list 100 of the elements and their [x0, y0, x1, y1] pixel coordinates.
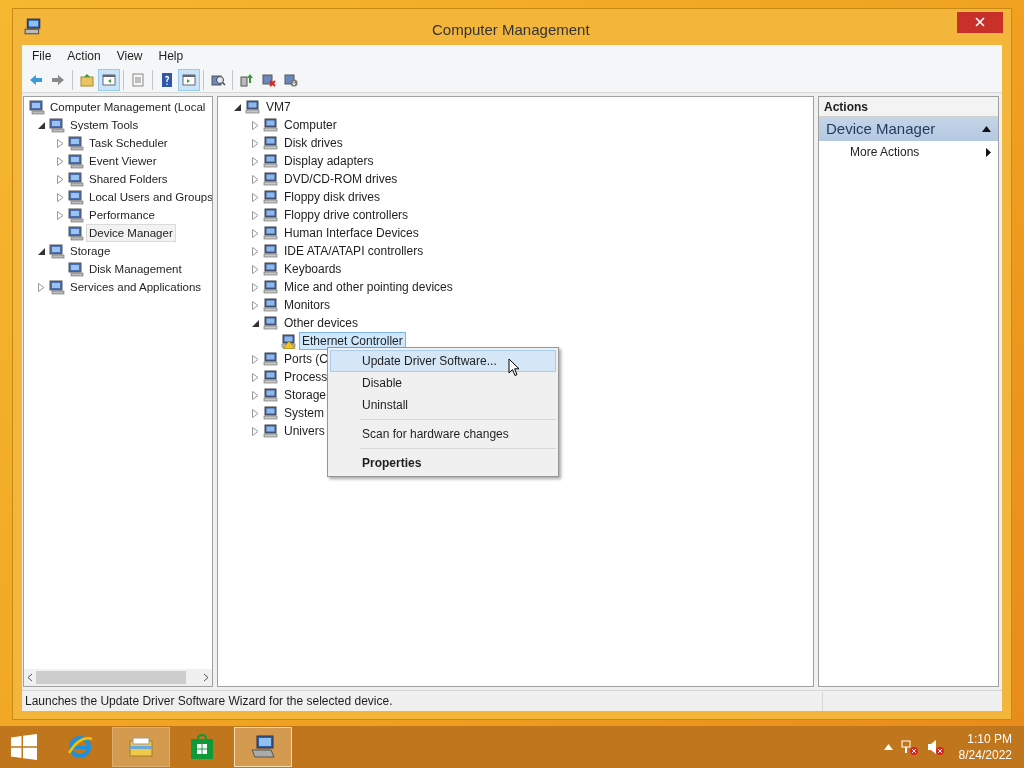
toolbar-button[interactable]	[98, 68, 120, 91]
clock-date: 8/24/2022	[958, 747, 1012, 763]
speaker-muted-icon[interactable]	[926, 738, 945, 756]
snap-in-icon	[68, 153, 84, 169]
menu-item[interactable]: Action	[60, 47, 108, 65]
device-icon	[263, 207, 279, 223]
device-icon	[263, 297, 279, 313]
scroll-thumb[interactable]	[36, 671, 186, 684]
tree-item[interactable]: System Tools	[67, 116, 142, 134]
browser-icon	[66, 733, 94, 761]
expanded-arrow-icon[interactable]	[38, 247, 45, 255]
action-pane-icon	[181, 71, 197, 88]
help-icon	[159, 71, 175, 88]
tree-item[interactable]: Performance	[86, 206, 158, 224]
device-icon	[263, 171, 279, 187]
window-title: Computer Management	[432, 20, 590, 40]
tree-item[interactable]: Process	[281, 368, 331, 386]
expanded-arrow-icon[interactable]	[252, 319, 259, 327]
snap-in-icon	[29, 99, 45, 115]
submenu-arrow-icon	[986, 147, 991, 157]
remove-icon	[261, 71, 277, 88]
tree-item[interactable]: VM7	[263, 98, 294, 116]
close-button[interactable]	[957, 11, 1003, 33]
tree-pane-icon	[101, 71, 117, 88]
action-link[interactable]: More Actions	[819, 141, 998, 163]
download-icon	[283, 71, 299, 88]
device-icon	[263, 243, 279, 259]
tree-item[interactable]: Human Interface Devices	[281, 224, 422, 242]
tree-item[interactable]: Task Scheduler	[86, 134, 171, 152]
snap-in-icon	[68, 261, 84, 277]
expanded-arrow-icon[interactable]	[234, 103, 241, 111]
tree-item[interactable]: System	[281, 404, 327, 422]
expanded-arrow-icon[interactable]	[38, 121, 45, 129]
device-icon	[263, 315, 279, 331]
device-icon	[263, 117, 279, 133]
device-icon	[263, 279, 279, 295]
status-text: Launches the Update Driver Software Wizard for the selected device.	[24, 693, 394, 710]
tree-item[interactable]: DVD/CD-ROM drives	[281, 170, 401, 188]
scroll-right-icon[interactable]	[203, 673, 209, 682]
device-icon	[263, 153, 279, 169]
menu-option[interactable]: Update Driver Software...	[330, 350, 556, 372]
snap-in-icon	[68, 225, 84, 241]
menu-item[interactable]: File	[25, 47, 59, 65]
device-icon	[245, 99, 261, 115]
show-hidden-icons-icon[interactable]	[883, 744, 893, 750]
actions-header: Actions	[819, 97, 998, 117]
network-error-icon[interactable]	[900, 738, 919, 756]
device-icon	[263, 351, 279, 367]
tree-item[interactable]: Floppy disk drives	[281, 188, 384, 206]
device-icon	[263, 225, 279, 241]
tree-item[interactable]: Ports (C	[281, 350, 331, 368]
app-icon	[24, 18, 42, 36]
device-icon	[263, 423, 279, 439]
snap-in-icon	[49, 279, 65, 295]
tree-item[interactable]: Shared Folders	[86, 170, 171, 188]
device-icon	[263, 261, 279, 277]
device-icon	[263, 189, 279, 205]
tree-item[interactable]: Floppy drive controllers	[281, 206, 412, 224]
tree-item[interactable]: Computer Management (Local	[47, 98, 209, 116]
tree-item[interactable]: Monitors	[281, 296, 333, 314]
list-icon	[130, 71, 146, 88]
tree-item[interactable]: Local Users and Groups	[86, 188, 212, 206]
tree-item[interactable]: Univers	[281, 422, 328, 440]
snap-in-icon	[49, 243, 65, 259]
close-icon	[975, 17, 985, 27]
tree-item[interactable]: Other devices	[281, 314, 362, 332]
snap-in-icon	[68, 135, 84, 151]
tree-item[interactable]: Services and Applications	[67, 278, 205, 296]
snap-in-icon	[68, 207, 84, 223]
clock-time: 1:10 PM	[967, 731, 1012, 747]
collapsed-arrow-icon[interactable]	[38, 282, 45, 292]
tree-item[interactable]: Storage	[67, 242, 114, 260]
clock[interactable]: 1:10 PM 8/24/2022	[958, 731, 1012, 763]
tree-item[interactable]: Display adapters	[281, 152, 377, 170]
tree-item[interactable]: Disk Management	[86, 260, 185, 278]
snap-in-icon	[68, 171, 84, 187]
tree-item[interactable]: Mice and other pointing devices	[281, 278, 456, 296]
taskbar-app[interactable]	[112, 727, 170, 767]
tree-item[interactable]: Storage	[281, 386, 330, 404]
tree-item[interactable]: Device Manager	[86, 224, 176, 242]
tree-item[interactable]: Ethernet Controller	[299, 332, 406, 350]
tree-item[interactable]: Computer	[281, 116, 340, 134]
tree-item[interactable]: Keyboards	[281, 260, 345, 278]
device-icon	[263, 135, 279, 151]
horizontal-scrollbar[interactable]	[24, 669, 212, 686]
actions-section-header[interactable]: Device Manager	[819, 117, 998, 141]
collapse-icon[interactable]	[982, 126, 991, 132]
menu-item[interactable]: Help	[151, 47, 191, 65]
snap-in-icon	[49, 117, 65, 133]
tree-item[interactable]: Event Viewer	[86, 152, 160, 170]
mouse-pointer-icon	[508, 358, 520, 377]
folder-icon	[79, 71, 95, 88]
device-icon	[263, 387, 279, 403]
windows-logo-icon	[11, 734, 37, 760]
tree-item[interactable]: Disk drives	[281, 134, 346, 152]
menu-item[interactable]: View	[109, 47, 150, 65]
scroll-left-icon[interactable]	[27, 673, 33, 682]
tree-item[interactable]: IDE ATA/ATAPI controllers	[281, 242, 427, 260]
toolbar-button[interactable]	[178, 68, 200, 91]
device-icon	[263, 405, 279, 421]
